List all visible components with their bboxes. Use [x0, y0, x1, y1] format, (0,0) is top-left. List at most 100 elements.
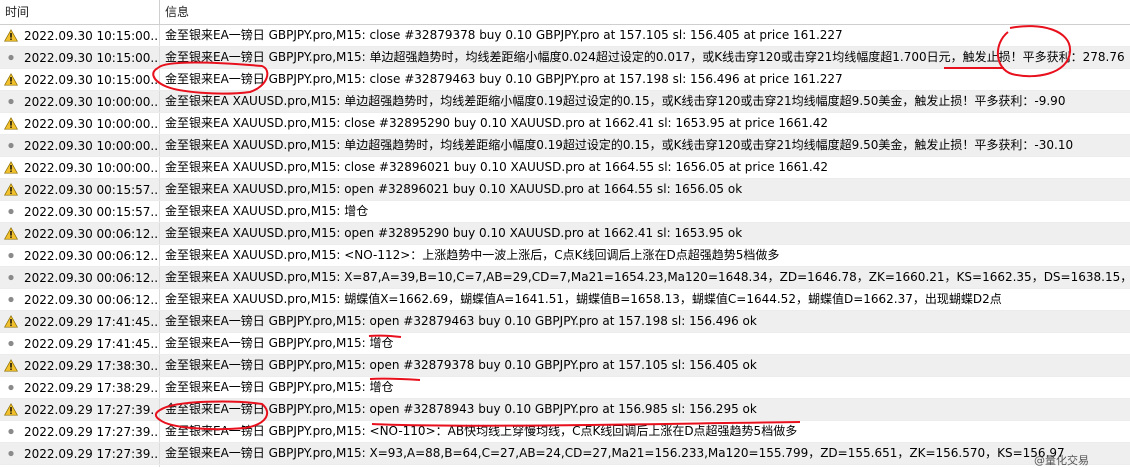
log-row-message: 金至银来EA XAUUSD.pro,M15: <NO-112>：上涨趋势中一波上…	[165, 248, 780, 262]
column-header-time[interactable]: 时间	[0, 0, 160, 24]
log-row-time-cell: 2022.09.30 10:00:00...	[0, 135, 160, 156]
log-row[interactable]: 2022.09.29 17:41:45... 金至银来EA一镑日 GBPJPY.p…	[0, 311, 1130, 333]
log-row-message: 金至银来EA XAUUSD.pro,M15: 蝴蝶值X=1662.69，蝴蝶值A…	[165, 292, 1002, 306]
log-row-time-cell: 2022.09.30 00:06:12...	[0, 245, 160, 266]
log-row[interactable]: 2022.09.30 00:06:12... 金至银来EA XAUUSD.pro,…	[0, 223, 1130, 245]
log-row-time: 2022.09.30 10:00:00...	[24, 116, 160, 131]
experts-log-panel: 时间 信息 2022.09.30 10:15:00... 金至银来EA一镑日 GB…	[0, 0, 1130, 467]
warning-icon	[3, 358, 18, 373]
info-dot-icon	[3, 270, 18, 285]
warning-icon	[3, 72, 18, 87]
log-row-time-cell: 2022.09.30 00:06:12...	[0, 289, 160, 310]
log-row[interactable]: 2022.09.30 10:00:00... 金至银来EA XAUUSD.pro,…	[0, 135, 1130, 157]
log-row-time-cell: 2022.09.30 10:15:00...	[0, 69, 160, 90]
log-row-time-cell: 2022.09.30 10:15:00...	[0, 25, 160, 46]
log-row[interactable]: 2022.09.30 00:06:12... 金至银来EA XAUUSD.pro,…	[0, 267, 1130, 289]
log-row-message: 金至银来EA XAUUSD.pro,M15: 单边超强趋势时，均线差距缩小幅度0…	[165, 94, 1066, 108]
log-row-time-cell: 2022.09.29 17:38:29...	[0, 377, 160, 398]
column-header-info[interactable]: 信息	[160, 0, 1130, 24]
log-row[interactable]: 2022.09.29 17:27:39... 金至银来EA一镑日 GBPJPY.p…	[0, 443, 1130, 465]
info-dot-icon	[3, 50, 18, 65]
log-row-time-cell: 2022.09.30 10:00:00...	[0, 157, 160, 178]
log-row[interactable]: 2022.09.30 10:15:00... 金至银来EA一镑日 GBPJPY.p…	[0, 47, 1130, 69]
log-row-time-cell: 2022.09.30 10:00:00...	[0, 91, 160, 112]
log-row-time: 2022.09.29 17:38:30...	[24, 358, 160, 373]
log-row-time-cell: 2022.09.29 17:27:39...	[0, 399, 160, 420]
log-row-message: 金至银来EA XAUUSD.pro,M15: 单边超强趋势时，均线差距缩小幅度0…	[165, 138, 1074, 152]
log-row[interactable]: 2022.09.30 00:15:57... 金至银来EA XAUUSD.pro,…	[0, 179, 1130, 201]
log-row-message: 金至银来EA XAUUSD.pro,M15: close #32895290 b…	[165, 116, 829, 130]
log-row-message: 金至银来EA一镑日 GBPJPY.pro,M15: 单边超强趋势时，均线差距缩小…	[165, 50, 1125, 64]
log-row[interactable]: 2022.09.30 10:00:00... 金至银来EA XAUUSD.pro,…	[0, 113, 1130, 135]
log-row[interactable]: 2022.09.30 10:15:00... 金至银来EA一镑日 GBPJPY.p…	[0, 69, 1130, 91]
log-row[interactable]: 2022.09.29 17:41:45... 金至银来EA一镑日 GBPJPY.p…	[0, 333, 1130, 355]
log-row-time: 2022.09.29 17:27:39...	[24, 446, 160, 461]
log-row-message: 金至银来EA XAUUSD.pro,M15: 增仓	[165, 204, 369, 218]
info-dot-icon	[3, 380, 18, 395]
warning-icon	[3, 402, 18, 417]
warning-icon	[3, 160, 18, 175]
log-row-time: 2022.09.30 00:06:12...	[24, 292, 160, 307]
log-row-time-cell: 2022.09.30 00:06:12...	[0, 223, 160, 244]
log-row-time: 2022.09.30 00:06:12...	[24, 248, 160, 263]
log-row[interactable]: 2022.09.30 10:00:00... 金至银来EA XAUUSD.pro,…	[0, 157, 1130, 179]
log-row-message: 金至银来EA XAUUSD.pro,M15: X=87,A=39,B=10,C=…	[165, 270, 1130, 284]
log-rows: 2022.09.30 10:15:00... 金至银来EA一镑日 GBPJPY.p…	[0, 25, 1130, 467]
warning-icon	[3, 28, 18, 43]
log-row-time: 2022.09.29 17:38:29...	[24, 380, 160, 395]
log-row-message: 金至银来EA一镑日 GBPJPY.pro,M15: 增仓	[165, 380, 394, 394]
log-row-message: 金至银来EA一镑日 GBPJPY.pro,M15: X=93,A=88,B=64…	[165, 446, 1065, 460]
log-row-time: 2022.09.30 00:15:57...	[24, 182, 160, 197]
log-row-time: 2022.09.29 17:27:39...	[24, 424, 160, 439]
log-row-time: 2022.09.30 00:06:12...	[24, 226, 160, 241]
info-dot-icon	[3, 336, 18, 351]
log-row-time-cell: 2022.09.29 17:27:39...	[0, 421, 160, 442]
info-dot-icon	[3, 292, 18, 307]
warning-icon	[3, 226, 18, 241]
warning-icon	[3, 314, 18, 329]
log-row-time: 2022.09.30 00:06:12...	[24, 270, 160, 285]
log-row-message: 金至银来EA一镑日 GBPJPY.pro,M15: 增仓	[165, 336, 394, 350]
log-row-time: 2022.09.29 17:41:45...	[24, 336, 160, 351]
log-row-message: 金至银来EA一镑日 GBPJPY.pro,M15: open #32879463…	[165, 314, 757, 328]
log-row[interactable]: 2022.09.30 00:15:57... 金至银来EA XAUUSD.pro,…	[0, 201, 1130, 223]
log-row[interactable]: 2022.09.29 17:38:30... 金至银来EA一镑日 GBPJPY.p…	[0, 355, 1130, 377]
log-row-time: 2022.09.30 10:15:00...	[24, 28, 160, 43]
log-row-time-cell: 2022.09.29 17:41:45...	[0, 311, 160, 332]
log-row-time-cell: 2022.09.29 17:27:39...	[0, 443, 160, 464]
log-row-message: 金至银来EA一镑日 GBPJPY.pro,M15: open #32878943…	[165, 402, 757, 416]
log-row[interactable]: 2022.09.30 00:06:12... 金至银来EA XAUUSD.pro,…	[0, 289, 1130, 311]
log-row-message: 金至银来EA XAUUSD.pro,M15: close #32896021 b…	[165, 160, 829, 174]
log-row-time-cell: 2022.09.30 10:00:00...	[0, 113, 160, 134]
log-row-time-cell: 2022.09.30 10:15:00...	[0, 47, 160, 68]
log-row-time: 2022.09.29 17:27:39...	[24, 402, 160, 417]
log-row-time: 2022.09.30 10:00:00...	[24, 160, 160, 175]
log-row-time-cell: 2022.09.30 00:15:57...	[0, 201, 160, 222]
log-row-message: 金至银来EA XAUUSD.pro,M15: open #32896021 bu…	[165, 182, 743, 196]
info-dot-icon	[3, 138, 18, 153]
log-row[interactable]: 2022.09.29 17:27:39... 金至银来EA一镑日 GBPJPY.p…	[0, 421, 1130, 443]
log-row[interactable]: 2022.09.30 10:00:00... 金至银来EA XAUUSD.pro,…	[0, 91, 1130, 113]
log-row-time: 2022.09.30 10:00:00...	[24, 138, 160, 153]
log-row-message: 金至银来EA一镑日 GBPJPY.pro,M15: close #3287937…	[165, 28, 843, 42]
log-row[interactable]: 2022.09.29 17:38:29... 金至银来EA一镑日 GBPJPY.p…	[0, 377, 1130, 399]
log-row[interactable]: 2022.09.30 00:06:12... 金至银来EA XAUUSD.pro,…	[0, 245, 1130, 267]
log-row-time-cell: 2022.09.29 17:38:30...	[0, 355, 160, 376]
log-row-time: 2022.09.30 10:15:00...	[24, 50, 160, 65]
log-row[interactable]: 2022.09.29 17:27:39... 金至银来EA一镑日 GBPJPY.p…	[0, 399, 1130, 421]
log-row-time: 2022.09.29 17:41:45...	[24, 314, 160, 329]
warning-icon	[3, 116, 18, 131]
log-row-message: 金至银来EA一镑日 GBPJPY.pro,M15: open #32879378…	[165, 358, 757, 372]
log-row[interactable]: 2022.09.30 10:15:00... 金至银来EA一镑日 GBPJPY.p…	[0, 25, 1130, 47]
info-dot-icon	[3, 94, 18, 109]
log-row-message: 金至银来EA一镑日 GBPJPY.pro,M15: close #3287946…	[165, 72, 843, 86]
log-header: 时间 信息	[0, 0, 1130, 25]
log-row-time-cell: 2022.09.30 00:15:57...	[0, 179, 160, 200]
warning-icon	[3, 182, 18, 197]
watermark: @量化交易	[1034, 454, 1089, 467]
log-row-message: 金至银来EA XAUUSD.pro,M15: open #32895290 bu…	[165, 226, 743, 240]
info-dot-icon	[3, 424, 18, 439]
log-row-time-cell: 2022.09.29 17:41:45...	[0, 333, 160, 354]
info-dot-icon	[3, 446, 18, 461]
log-row-time: 2022.09.30 00:15:57...	[24, 204, 160, 219]
